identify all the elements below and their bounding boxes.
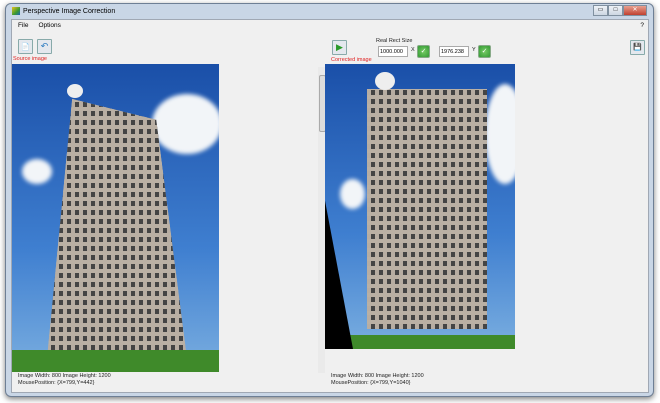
check-icon: ✓ — [420, 48, 427, 55]
rotate-button[interactable]: ↶ — [37, 39, 52, 54]
corrected-image-size: Image Width: 800 Image Height: 1200 — [331, 373, 424, 379]
help-menu[interactable]: ? — [640, 22, 644, 29]
save-button[interactable]: 💾 — [630, 40, 645, 55]
corrected-image[interactable] — [325, 64, 515, 349]
play-icon: ▶ — [336, 42, 343, 52]
real-rect-size-label: Real Rect Size — [376, 38, 413, 44]
app-icon — [12, 7, 20, 15]
source-image[interactable] — [12, 64, 219, 372]
corrected-mouse-position: MousePosition: {X=799,Y=1040} — [331, 380, 411, 386]
close-button[interactable]: ✕ — [623, 5, 647, 16]
apply-x-button[interactable]: ✓ — [417, 45, 430, 58]
vertical-scrollbar[interactable] — [318, 67, 326, 373]
window-title: Perspective Image Correction — [23, 7, 116, 15]
save-icon: 💾 — [633, 44, 642, 51]
source-mouse-position: MousePosition: {X=799,Y=442} — [18, 380, 95, 386]
menu-options[interactable]: Options — [38, 22, 60, 29]
real-rect-x-input[interactable] — [378, 46, 408, 57]
menu-file[interactable]: File — [18, 22, 28, 29]
title-bar: Perspective Image Correction — [12, 7, 115, 15]
x-label: X — [411, 47, 415, 53]
menu-bar: File Options — [18, 22, 61, 29]
maximize-button[interactable]: □ — [608, 5, 623, 16]
client-area: File Options ? 📄 ↶ Source image ▶ Correc… — [11, 19, 649, 393]
y-label: Y — [472, 47, 476, 53]
rotate-icon: ↶ — [40, 41, 49, 51]
run-correction-button[interactable]: ▶ — [332, 40, 347, 55]
corrected-image-label: Corrected image — [331, 57, 372, 63]
minimize-button[interactable]: ▭ — [593, 5, 608, 16]
main-window: Perspective Image Correction ▭ □ ✕ File … — [5, 3, 654, 397]
source-image-label: Source image — [13, 56, 47, 62]
check-icon: ✓ — [481, 48, 488, 55]
real-rect-y-input[interactable] — [439, 46, 469, 57]
apply-y-button[interactable]: ✓ — [478, 45, 491, 58]
open-file-icon: 📄 — [21, 44, 30, 51]
open-image-button[interactable]: 📄 — [18, 39, 33, 54]
source-image-size: Image Width: 800 Image Height: 1200 — [18, 373, 111, 379]
